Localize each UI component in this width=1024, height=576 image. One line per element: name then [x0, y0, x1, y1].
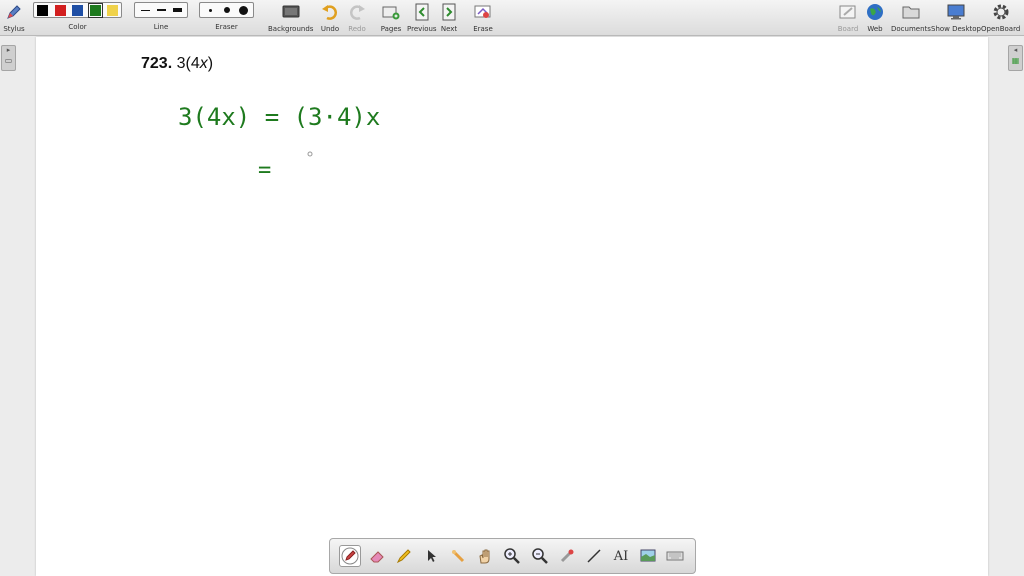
eraser-group: Eraser — [199, 2, 254, 31]
stylus-label: Stylus — [3, 25, 25, 33]
color-swatch-green[interactable] — [87, 2, 103, 18]
line-icon — [587, 549, 601, 563]
line-tool-button[interactable] — [583, 545, 605, 567]
erase-label: Erase — [473, 25, 493, 33]
documents-label: Documents — [891, 25, 931, 33]
show-desktop-label: Show Desktop — [931, 25, 981, 33]
previous-button[interactable]: Previous — [407, 2, 437, 33]
screenshot-icon — [640, 549, 656, 562]
show-desktop-button[interactable]: Show Desktop — [931, 2, 981, 33]
pages-label: Pages — [380, 25, 402, 33]
top-toolbar: Stylus Color Line Eraser Backgrounds Und… — [0, 0, 1024, 36]
line-thick-button[interactable] — [170, 5, 184, 16]
line-palette — [134, 2, 188, 18]
eraser-label: Eraser — [215, 23, 238, 31]
line-thin-button[interactable] — [138, 5, 152, 16]
left-panel-pages-icon: ▭ — [4, 56, 13, 65]
previous-label: Previous — [407, 25, 437, 33]
color-palette — [33, 2, 122, 18]
right-panel-toggle[interactable]: ◂ ▦ — [1008, 45, 1023, 71]
web-label: Web — [867, 25, 883, 33]
capture-icon — [560, 549, 574, 563]
openboard-label: OpenBoard — [981, 25, 1021, 33]
hand-icon — [479, 549, 490, 564]
line-medium-button[interactable] — [154, 5, 168, 16]
next-label: Next — [440, 25, 458, 33]
board-button[interactable]: Board — [837, 2, 859, 33]
board-label: Board — [837, 25, 859, 33]
undo-label: Undo — [320, 25, 340, 33]
line-label: Line — [153, 23, 169, 31]
board-icon — [837, 2, 859, 22]
left-panel-arrow: ▸ — [6, 46, 11, 54]
pen-tool-button[interactable] — [338, 545, 361, 567]
redo-label: Redo — [348, 25, 366, 33]
zoom-out-tool-button[interactable] — [529, 545, 551, 567]
desktop-icon — [945, 2, 967, 22]
keyboard-icon — [666, 551, 684, 561]
zoom-in-icon — [504, 548, 521, 564]
erase-button[interactable]: Erase — [472, 2, 494, 33]
globe-icon — [864, 2, 886, 22]
eraser-icon — [369, 551, 384, 563]
hand-tool-button[interactable] — [474, 545, 496, 567]
folder-icon — [900, 2, 922, 22]
redo-button[interactable]: Redo — [346, 2, 368, 33]
eraser-medium-button[interactable] — [220, 5, 234, 16]
bottom-tool-palette: AI — [329, 538, 696, 574]
redo-icon — [346, 2, 368, 22]
eraser-palette — [199, 2, 254, 18]
eraser-small-button[interactable] — [203, 5, 217, 16]
color-swatch-blue[interactable] — [72, 4, 83, 16]
openboard-button[interactable]: OpenBoard — [981, 2, 1020, 33]
handwritten-line-2: = — [258, 158, 271, 183]
highlighter-tool-button[interactable] — [393, 545, 415, 567]
cursor-dot — [307, 151, 313, 157]
backgrounds-icon — [280, 2, 302, 22]
color-group: Color — [33, 2, 122, 31]
stylus-icon — [3, 2, 25, 22]
laser-pointer-icon — [452, 550, 465, 563]
pointer-tool-button[interactable] — [420, 545, 442, 567]
web-button[interactable]: Web — [864, 2, 886, 33]
screenshot-tool-button[interactable] — [637, 545, 659, 567]
backgrounds-label: Backgrounds — [268, 25, 314, 33]
laser-tool-button[interactable] — [447, 545, 469, 567]
eraser-tool-button[interactable] — [366, 545, 388, 567]
board-page[interactable]: 723. 3(4x) 3(4x) = (3·4)x = — [36, 37, 988, 576]
undo-button[interactable]: Undo — [319, 2, 341, 33]
color-label: Color — [68, 23, 87, 31]
text-tool-button[interactable]: AI — [610, 545, 632, 567]
undo-icon — [319, 2, 341, 22]
keyboard-tool-button[interactable] — [664, 545, 686, 567]
pages-icon — [380, 2, 402, 22]
zoom-in-tool-button[interactable] — [501, 545, 523, 567]
pages-button[interactable]: Pages — [380, 2, 402, 33]
stylus-button[interactable]: Stylus — [3, 2, 25, 33]
erase-board-icon — [472, 2, 494, 22]
line-group: Line — [134, 2, 188, 31]
gear-icon — [990, 2, 1012, 22]
documents-button[interactable]: Documents — [891, 2, 931, 33]
left-panel-toggle[interactable]: ▸ ▭ — [1, 45, 16, 71]
right-panel-library-icon: ▦ — [1011, 56, 1020, 65]
backgrounds-button[interactable]: Backgrounds — [268, 2, 313, 33]
highlighter-icon — [396, 549, 411, 564]
color-swatch-yellow[interactable] — [107, 4, 118, 16]
next-page-icon — [438, 2, 460, 22]
ink-layer: 3(4x) = (3·4)x = — [178, 103, 380, 183]
previous-page-icon — [411, 2, 433, 22]
eraser-large-button[interactable] — [236, 5, 250, 16]
right-panel-arrow: ◂ — [1013, 46, 1018, 54]
capture-tool-button[interactable] — [556, 545, 578, 567]
color-swatch-black[interactable] — [37, 4, 48, 16]
handwritten-line-1: 3(4x) = (3·4)x — [178, 103, 380, 131]
pointer-icon — [427, 550, 436, 562]
next-button[interactable]: Next — [438, 2, 460, 33]
zoom-out-icon — [531, 548, 548, 564]
pen-icon — [341, 547, 359, 565]
text-icon: AI — [613, 548, 629, 564]
color-swatch-red[interactable] — [54, 4, 66, 16]
